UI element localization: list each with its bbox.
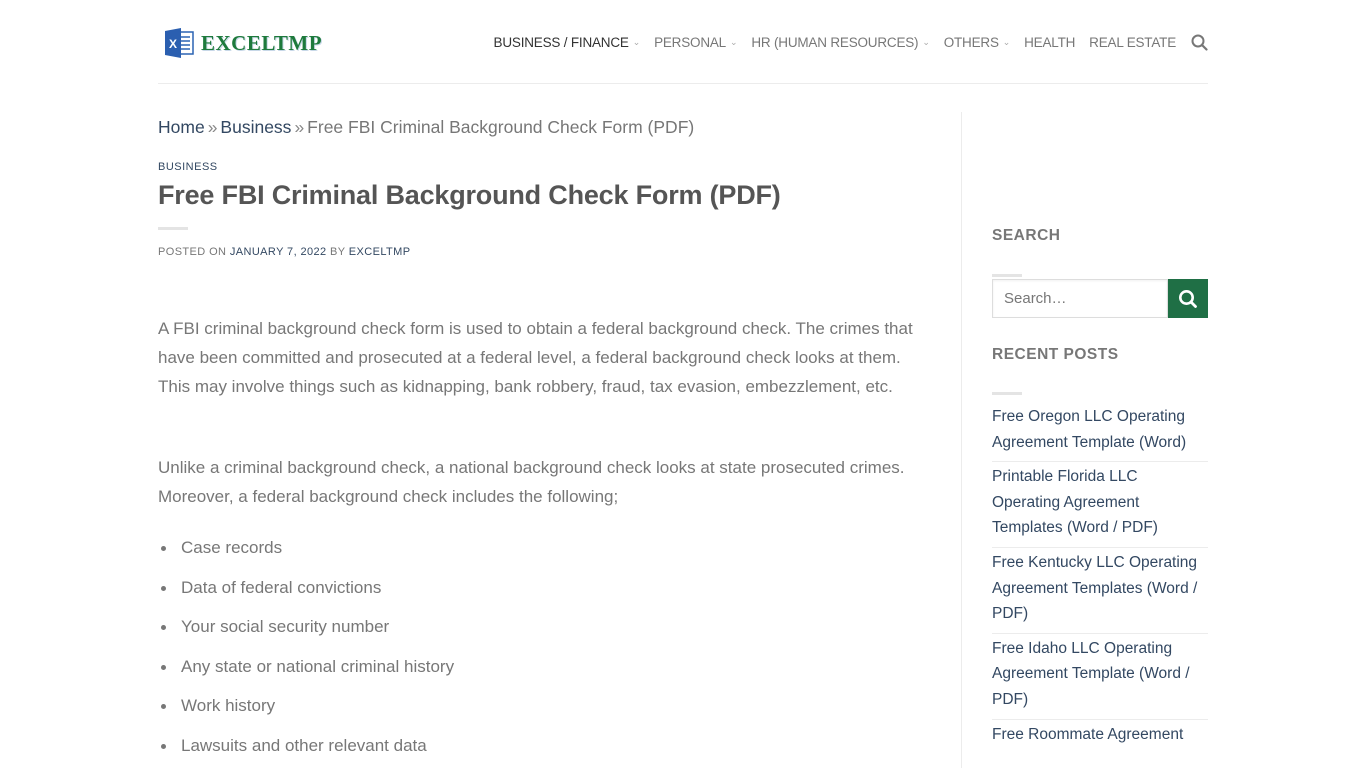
excel-logo-icon: X: [163, 27, 195, 59]
nav-label: HEALTH: [1024, 34, 1076, 50]
search-input[interactable]: [992, 279, 1168, 318]
site-header: X EXCELTMP BUSINESS / FINANCE ⌄ PERSONAL…: [0, 0, 1366, 84]
recent-post-link[interactable]: Printable Florida LLC Operating Agreemen…: [992, 464, 1208, 541]
main-content: Home» Business» Free FBI Criminal Backgrou…: [158, 112, 930, 755]
chevron-down-icon: ⌄: [632, 36, 641, 47]
nav-real-estate[interactable]: REAL ESTATE: [1089, 35, 1176, 50]
page-title: Free FBI Criminal Background Check Form …: [158, 180, 781, 210]
nav-personal[interactable]: PERSONAL ⌄: [654, 35, 737, 50]
search-icon: [1191, 34, 1208, 51]
breadcrumb-separator: »: [294, 117, 305, 137]
list-item: Lawsuits and other relevant data: [158, 732, 454, 772]
list-item: Free Roommate Agreement: [992, 720, 1208, 754]
nav-label: BUSINESS / FINANCE: [493, 34, 629, 50]
header-search-button[interactable]: [1190, 33, 1208, 51]
nav-health[interactable]: HEALTH: [1024, 35, 1075, 50]
sidebar-search-form: [992, 279, 1208, 318]
widget-divider: [992, 392, 1022, 395]
logo-text: EXCELTMP: [201, 30, 323, 55]
search-submit-button[interactable]: [1168, 279, 1208, 318]
list-item: Case records: [158, 534, 454, 574]
post-meta: POSTED ON JANUARY 7, 2022 BY EXCELTMP: [158, 246, 930, 258]
list-item: Any state or national criminal history: [158, 653, 454, 693]
by-label: BY: [330, 246, 346, 258]
list-item: Printable Florida LLC Operating Agreemen…: [992, 462, 1208, 548]
list-item: Free Oregon LLC Operating Agreement Temp…: [992, 402, 1208, 463]
nav-label: HR (HUMAN RESOURCES): [751, 34, 919, 50]
list-item: Your social security number: [158, 613, 454, 653]
search-icon: [1179, 289, 1197, 308]
breadcrumb-home[interactable]: Home: [158, 117, 205, 137]
recent-posts-title: RECENT POSTS: [992, 346, 1119, 363]
nav-business-finance[interactable]: BUSINESS / FINANCE ⌄: [494, 35, 641, 50]
main-nav: BUSINESS / FINANCE ⌄ PERSONAL ⌄ HR (HUMA…: [480, 30, 1208, 54]
site-logo[interactable]: X EXCELTMP: [163, 27, 322, 59]
title-divider: [158, 227, 188, 230]
paragraph: A FBI criminal background check form is …: [158, 319, 913, 396]
svg-text:X: X: [169, 37, 177, 51]
list-item: Work history: [158, 692, 454, 732]
chevron-down-icon: ⌄: [922, 36, 930, 47]
list-item: Free Kentucky LLC Operating Agreement Te…: [992, 548, 1208, 634]
list-item: Free Idaho LLC Operating Agreement Templ…: [992, 634, 1208, 720]
nav-label: REAL ESTATE: [1089, 34, 1176, 50]
header-divider: [158, 83, 1208, 84]
recent-posts-list: Free Oregon LLC Operating Agreement Temp…: [992, 402, 1208, 753]
recent-post-link[interactable]: Free Roommate Agreement: [992, 722, 1208, 748]
breadcrumb: Home» Business» Free FBI Criminal Backgrou…: [158, 112, 930, 142]
search-widget-title: SEARCH: [992, 227, 1061, 244]
sidebar-divider: [961, 112, 962, 768]
recent-post-link[interactable]: Free Oregon LLC Operating Agreement Temp…: [992, 404, 1208, 455]
requirements-list: Case records Data of federal convictions…: [158, 534, 454, 772]
chevron-down-icon: ⌄: [730, 36, 738, 47]
breadcrumb-business[interactable]: Business: [220, 117, 291, 137]
nav-hr[interactable]: HR (HUMAN RESOURCES) ⌄: [751, 34, 930, 50]
post-author[interactable]: EXCELTMP: [349, 246, 411, 258]
recent-post-link[interactable]: Free Kentucky LLC Operating Agreement Te…: [992, 550, 1208, 627]
chevron-down-icon: ⌄: [1002, 36, 1011, 47]
post-category[interactable]: BUSINESS: [158, 161, 218, 173]
list-item: Data of federal convictions: [158, 574, 454, 614]
nav-label: PERSONAL: [654, 34, 726, 50]
nav-label: OTHERS: [943, 34, 999, 50]
recent-post-link[interactable]: Free Idaho LLC Operating Agreement Templ…: [992, 636, 1208, 713]
post-date[interactable]: JANUARY 7, 2022: [230, 246, 327, 258]
breadcrumb-current: Free FBI Criminal Background Check Form …: [307, 117, 695, 137]
widget-divider: [992, 274, 1022, 277]
posted-on-label: POSTED ON: [158, 246, 227, 258]
nav-others[interactable]: OTHERS ⌄: [943, 34, 1011, 50]
breadcrumb-separator: »: [207, 117, 218, 137]
paragraph: Unlike a criminal background check, a na…: [158, 458, 905, 506]
